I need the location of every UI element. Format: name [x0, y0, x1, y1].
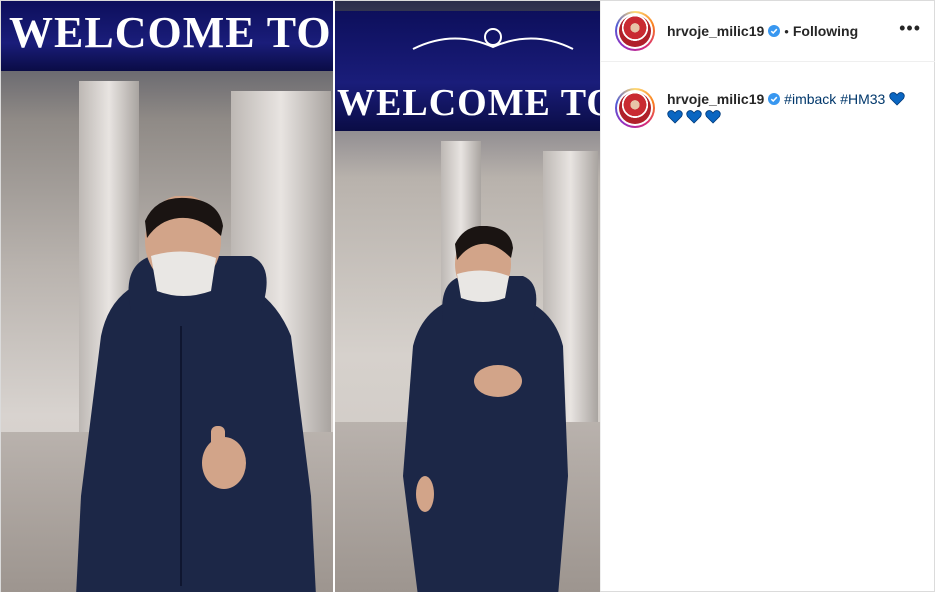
caption-avatar[interactable]	[615, 88, 655, 128]
photo-divider	[333, 1, 335, 592]
post-sidebar: hrvoje_milic19 • Following ••• hrvoje_mi…	[600, 1, 935, 591]
post-caption: hrvoje_milic19 #imback #HM33	[601, 62, 935, 128]
verified-badge-icon	[768, 93, 781, 105]
more-horizontal-icon[interactable]: •••	[899, 19, 921, 37]
post-photo[interactable]: WELCOME TO WELCOME TO	[1, 1, 600, 592]
blue-heart-icon	[889, 92, 905, 106]
username-link[interactable]: hrvoje_milic19	[667, 23, 781, 39]
person-left	[76, 196, 316, 592]
hashtag-link[interactable]: #imback	[784, 91, 836, 107]
welcome-sign-left: WELCOME TO	[1, 1, 333, 71]
hashtag-link[interactable]: #HM33	[840, 91, 885, 107]
separator-dot: •	[784, 23, 789, 39]
blue-heart-icon	[705, 110, 721, 124]
caption-username-link[interactable]: hrvoje_milic19	[667, 91, 781, 107]
person-right	[403, 226, 568, 592]
photo-left-pane: WELCOME TO	[1, 1, 333, 592]
blue-heart-icon	[686, 110, 702, 124]
sign-ornament-icon	[412, 28, 574, 50]
avatar[interactable]	[615, 11, 655, 51]
following-button[interactable]: Following	[793, 23, 858, 39]
photo-right-pane: WELCOME TO	[333, 1, 600, 592]
blue-heart-icon	[667, 110, 683, 124]
post-header: hrvoje_milic19 • Following •••	[601, 1, 935, 62]
verified-badge-icon	[768, 25, 781, 37]
